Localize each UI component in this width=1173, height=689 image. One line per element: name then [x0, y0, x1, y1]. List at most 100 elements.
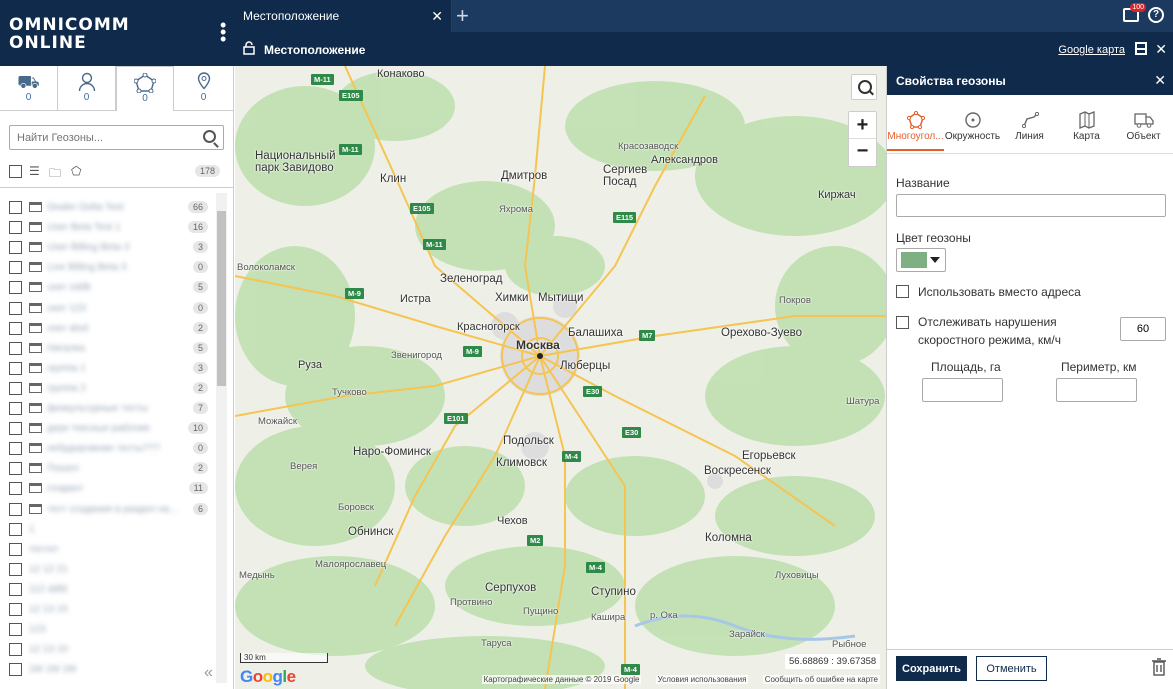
close-panel-icon[interactable]: ✕: [1154, 72, 1166, 89]
tab-map[interactable]: Карта: [1058, 111, 1115, 151]
area-input[interactable]: [922, 378, 1003, 402]
folder-row[interactable]: user alod 2: [9, 320, 214, 338]
folder-row[interactable]: тест создания в раздел на... 6: [9, 501, 214, 519]
cancel-button[interactable]: Отменить: [976, 656, 1047, 681]
row-checkbox[interactable]: [9, 402, 22, 415]
row-checkbox[interactable]: [9, 482, 22, 496]
scrollbar-thumb[interactable]: [217, 211, 226, 386]
truck-icon: ⛟: [17, 72, 40, 92]
row-checkbox[interactable]: [9, 241, 22, 255]
row-checkbox[interactable]: [9, 623, 22, 637]
collapse-sidebar-icon[interactable]: «: [204, 664, 213, 682]
folder-row[interactable]: Нигалка 5: [9, 340, 214, 358]
city-label: Кашира: [591, 612, 626, 623]
save-button[interactable]: Сохранить: [896, 656, 967, 681]
circle-icon: [944, 111, 1001, 131]
row-checkbox[interactable]: [9, 603, 22, 616]
tab-line[interactable]: Линия: [1001, 111, 1058, 151]
list-item[interactable]: 12 13 10: [9, 641, 214, 659]
folder-icon: [29, 282, 42, 293]
folder-row[interactable]: user 123 0: [9, 300, 214, 318]
tab-location[interactable]: Местоположение ✕: [234, 0, 452, 32]
notifications-icon[interactable]: 100: [1123, 3, 1146, 22]
search-input[interactable]: [9, 125, 224, 150]
speed-violation-checkbox[interactable]: [896, 316, 909, 329]
select-all-checkbox[interactable]: [9, 165, 22, 178]
add-folder-icon[interactable]: 🗀: [49, 164, 61, 185]
row-checkbox[interactable]: [9, 221, 22, 235]
terms-link[interactable]: Условия использования: [655, 675, 749, 684]
split-view-icon[interactable]: [1135, 42, 1147, 55]
tab-locations[interactable]: 0: [174, 66, 233, 111]
add-tab-icon[interactable]: +: [456, 3, 469, 29]
row-checkbox[interactable]: [9, 663, 22, 677]
list-item[interactable]: 123: [9, 621, 214, 639]
folder-row[interactable]: Live Billing Beta 3 0: [9, 259, 214, 277]
tab-users[interactable]: 0: [58, 66, 116, 111]
tab-circle[interactable]: Окружность: [944, 111, 1001, 151]
tab-vehicles[interactable]: ⛟ 0: [0, 66, 58, 111]
map-provider-link[interactable]: Google карта: [1058, 44, 1125, 56]
tab-geozones[interactable]: 0: [116, 66, 174, 111]
report-error-link[interactable]: Сообщить об ошибке на карте: [762, 675, 880, 684]
add-geozone-icon[interactable]: ⬠: [71, 164, 81, 178]
row-checkbox[interactable]: [9, 582, 22, 596]
list-item[interactable]: 12 13 15: [9, 601, 214, 619]
folder-row[interactable]: создант 11: [9, 480, 214, 498]
folder-row[interactable]: Пошел 2: [9, 460, 214, 478]
trash-icon[interactable]: [1152, 658, 1166, 676]
speed-limit-input[interactable]: [1120, 317, 1166, 341]
brand-header: OMNICOMM ONLINE • • •: [0, 0, 234, 66]
map-search-icon[interactable]: [851, 74, 877, 100]
row-checkbox[interactable]: [9, 381, 22, 395]
list-item[interactable]: тестит: [9, 541, 214, 559]
close-icon[interactable]: ✕: [1155, 41, 1167, 58]
row-checkbox[interactable]: [9, 301, 22, 315]
item-name: Пошел: [47, 463, 79, 475]
zoom-out-button[interactable]: −: [849, 139, 876, 166]
help-icon[interactable]: ?: [1148, 7, 1164, 23]
list-item[interactable]: 12 12 21: [9, 561, 214, 579]
folder-row[interactable]: группа 1 3: [9, 360, 214, 378]
scrollbar[interactable]: [216, 193, 227, 683]
folder-row[interactable]: физкультурные тесты 7: [9, 400, 214, 418]
row-checkbox[interactable]: [9, 462, 22, 476]
row-checkbox[interactable]: [9, 422, 22, 436]
row-checkbox[interactable]: [9, 643, 22, 657]
tab-polygon[interactable]: Многоугол...: [887, 110, 944, 151]
folder-row[interactable]: группа 2 2: [9, 380, 214, 398]
search-icon[interactable]: [203, 130, 216, 143]
folder-row[interactable]: User Billing Beta 3 3: [9, 239, 214, 257]
list-item[interactable]: 1M 1M 1M: [9, 661, 214, 679]
color-picker[interactable]: [896, 248, 946, 272]
tab-object[interactable]: Объект: [1115, 111, 1172, 151]
perimeter-input[interactable]: [1056, 378, 1137, 402]
list-view-icon[interactable]: ☰: [29, 164, 40, 178]
row-checkbox[interactable]: [9, 442, 22, 456]
unlock-icon[interactable]: [243, 41, 255, 55]
row-checkbox[interactable]: [9, 502, 22, 516]
row-checkbox[interactable]: [9, 281, 22, 295]
list-item[interactable]: 1: [9, 521, 214, 539]
row-checkbox[interactable]: [9, 542, 22, 556]
folder-row[interactable]: небудорожние тесты??? 0: [9, 440, 214, 458]
folder-row[interactable]: Dealer Delta Test 66: [9, 199, 214, 217]
name-input[interactable]: [896, 194, 1166, 217]
zoom-in-button[interactable]: +: [849, 112, 876, 139]
row-checkbox[interactable]: [9, 341, 22, 355]
row-checkbox[interactable]: [9, 321, 22, 335]
close-tab-icon[interactable]: ✕: [431, 8, 443, 25]
row-checkbox[interactable]: [9, 562, 22, 576]
map-view[interactable]: Конаково Красозаводск Александров Националь…: [235, 66, 886, 689]
list-item[interactable]: 112 ddfd: [9, 581, 214, 599]
row-checkbox[interactable]: [9, 522, 22, 536]
row-checkbox[interactable]: [9, 361, 22, 375]
folder-row[interactable]: user zddb 5: [9, 279, 214, 297]
row-checkbox[interactable]: [9, 261, 22, 275]
folder-row[interactable]: User Beta Test 1 16: [9, 219, 214, 237]
folder-row[interactable]: дерк тексные рабочие 10: [9, 420, 214, 438]
menu-dots-icon[interactable]: • • •: [220, 16, 226, 48]
row-checkbox[interactable]: [9, 201, 22, 214]
use-as-address-checkbox[interactable]: [896, 285, 909, 298]
city-label: Национальный парк Завидово: [255, 150, 336, 174]
